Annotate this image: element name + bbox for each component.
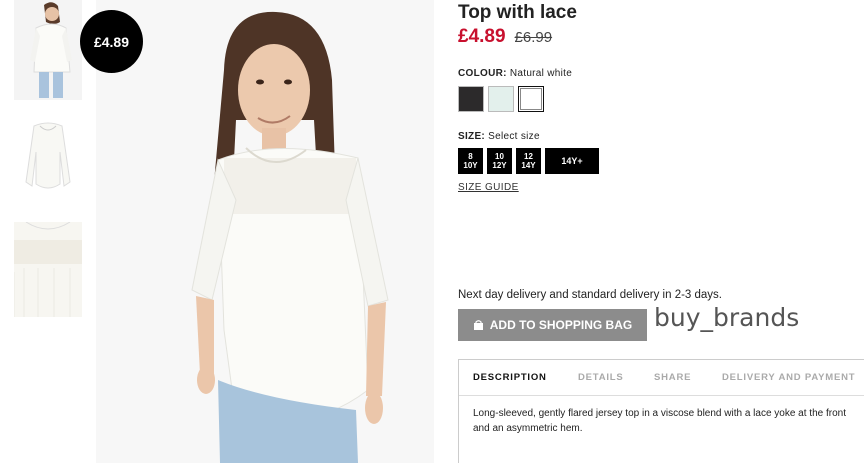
size-option-8-10y[interactable]: 8 10Y <box>458 148 483 174</box>
size-guide-link[interactable]: SIZE GUIDE <box>458 182 519 193</box>
product-info: Top with lace £4.89 £6.99 COLOUR: Natura… <box>458 0 864 463</box>
size-option-10-12y[interactable]: 10 12Y <box>487 148 512 174</box>
thumbnail-lace-detail[interactable] <box>14 222 82 317</box>
thumbnail-model-front[interactable] <box>14 0 82 100</box>
original-price: £6.99 <box>514 29 553 46</box>
size-options: 8 10Y 10 12Y 12 14Y 14Y+ <box>458 148 599 174</box>
product-details-panel: DESCRIPTION DETAILS SHARE DELIVERY AND P… <box>458 359 864 463</box>
add-to-bag-button[interactable]: ADD TO SHOPPING BAG <box>458 309 647 341</box>
size-option-12-14y[interactable]: 12 14Y <box>516 148 541 174</box>
tab-share[interactable]: SHARE <box>654 372 691 383</box>
shopping-bag-icon <box>473 320 483 330</box>
tab-details[interactable]: DETAILS <box>578 372 624 383</box>
thumbnail-top-flat[interactable] <box>14 112 82 202</box>
colour-selected: Natural white <box>509 68 573 79</box>
price-row: £4.89 £6.99 <box>458 26 552 48</box>
current-price: £4.89 <box>458 26 506 47</box>
product-title: Top with lace <box>458 2 577 23</box>
colour-selector-label: COLOUR: Natural white <box>458 68 572 79</box>
colour-label: COLOUR: <box>458 68 507 79</box>
product-main-image <box>96 0 434 463</box>
size-prompt: Select size <box>488 131 540 142</box>
swatch-mint[interactable] <box>488 86 514 112</box>
price-badge: £4.89 <box>80 10 143 73</box>
swatch-black[interactable] <box>458 86 484 112</box>
add-to-bag-label: ADD TO SHOPPING BAG <box>489 318 633 332</box>
tab-delivery-and-payment[interactable]: DELIVERY AND PAYMENT <box>722 372 855 383</box>
size-label: SIZE: <box>458 131 486 142</box>
size-selector-label: SIZE: Select size <box>458 131 540 142</box>
delivery-note: Next day delivery and standard delivery … <box>458 289 723 301</box>
product-description: Long-sleeved, gently flared jersey top i… <box>473 408 846 434</box>
swatch-natural-white[interactable] <box>518 86 544 112</box>
tab-description[interactable]: DESCRIPTION <box>473 372 547 383</box>
watermark-text: buy_brands <box>654 303 800 332</box>
size-option-14y-plus[interactable]: 14Y+ <box>545 148 599 174</box>
details-tabs: DESCRIPTION DETAILS SHARE DELIVERY AND P… <box>459 360 864 396</box>
colour-swatches <box>458 86 544 112</box>
